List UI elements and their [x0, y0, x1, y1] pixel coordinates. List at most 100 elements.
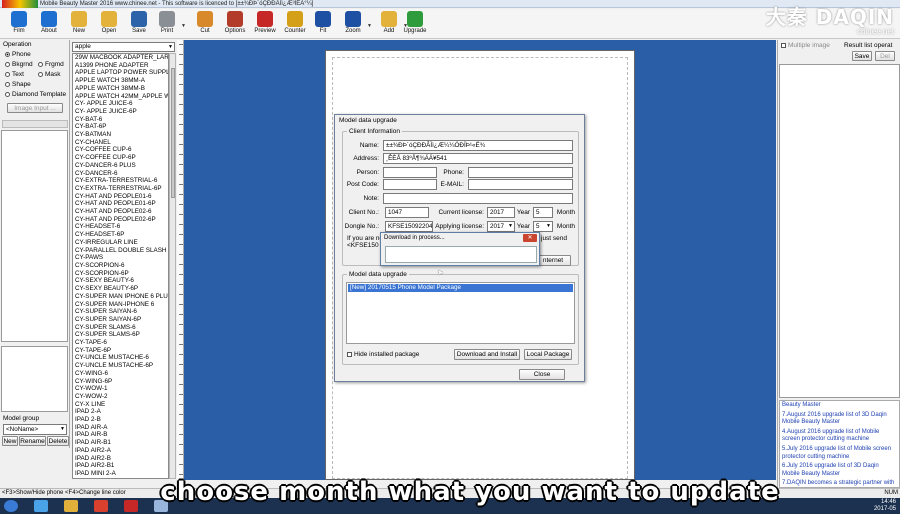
list-item[interactable]: CY- APPLE JUICE-6	[73, 100, 168, 108]
taskbar-ie-icon[interactable]	[34, 500, 48, 512]
package-list[interactable]: [New] 20170515 Phone Model Package	[346, 282, 575, 344]
list-item[interactable]: CY-SUPER MAN-IPHONE 6	[73, 301, 168, 309]
list-item[interactable]: CY-SEXY BEAUTY-6	[73, 277, 168, 285]
list-item[interactable]: CY-DANCER-6 PLUS	[73, 162, 168, 170]
person-field[interactable]	[383, 167, 437, 178]
list-item[interactable]: CY- APPLE JUICE-6P	[73, 108, 168, 116]
list-item[interactable]: IPAD 2-B	[73, 416, 168, 424]
properties-box[interactable]	[1, 346, 68, 412]
list-item[interactable]: CY-WOW-2	[73, 393, 168, 401]
news-item[interactable]: 7.August 2016 upgrade list of 3D Daqin M…	[780, 411, 899, 428]
list-item[interactable]: A1399 PHONE ADAPTER	[73, 62, 168, 70]
address-field[interactable]: ¸ÊÈÅ 83ºÅ¶¾ÁÄ¥541	[383, 153, 573, 164]
name-field[interactable]: ±±¾ÐÞ´óÇÐÐÂÌì¿Æ¼¼ÓÐÏÞ¹«Ë¾	[383, 140, 573, 151]
toolbar-new-button[interactable]: New	[64, 11, 94, 38]
dropdown-arrow-icon[interactable]: ▼	[367, 23, 372, 29]
list-item[interactable]: CY-X LINE	[73, 401, 168, 409]
list-item[interactable]: CY-WOW-1	[73, 385, 168, 393]
radio-bkgrnd[interactable]: Bkgrnd	[5, 61, 33, 68]
list-item[interactable]: CY-WING-6	[73, 370, 168, 378]
list-item[interactable]: IPAD AIR2-B	[73, 455, 168, 463]
model-search-input[interactable]: apple ▼	[72, 42, 175, 52]
new-group-button[interactable]: New	[2, 436, 18, 446]
list-item[interactable]: CY-SCORPION-6	[73, 262, 168, 270]
phone-field[interactable]	[468, 167, 573, 178]
list-item[interactable]: CY-COFFEE CUP-6P	[73, 154, 168, 162]
close-button[interactable]: Close	[519, 369, 565, 380]
list-item[interactable]: CY-UNCLE MUSTACHE-6	[73, 354, 168, 362]
list-item[interactable]: CY-BAT-6P	[73, 123, 168, 131]
local-package-button[interactable]: Local Package	[524, 349, 572, 360]
toolbar-zoom-button[interactable]: Zoom ▼	[338, 11, 372, 38]
dropdown-arrow-icon[interactable]: ▼	[181, 23, 186, 29]
list-item[interactable]: IPAD AIR2-A	[73, 447, 168, 455]
news-item[interactable]: Beauty Master	[780, 401, 899, 411]
toolbar-counter-button[interactable]: Counter	[280, 11, 310, 38]
list-item[interactable]: CY-EXTRA-TERRESTRIAL-6P	[73, 185, 168, 193]
news-item[interactable]: 4.August 2016 upgrade list of Mobile scr…	[780, 428, 899, 445]
model-list-scrollbar[interactable]	[169, 53, 176, 479]
package-item[interactable]: [New] 20170515 Phone Model Package	[348, 284, 573, 292]
toolbar-options-button[interactable]: Options	[220, 11, 250, 38]
list-item[interactable]: CY-HAT AND PEOPLE01-6P	[73, 200, 168, 208]
list-item[interactable]: CY-PARALLEL DOUBLE SLASH	[73, 247, 168, 255]
taskbar-folder-icon[interactable]	[64, 500, 78, 512]
hide-installed-checkbox[interactable]: Hide installed package	[347, 351, 419, 358]
list-item[interactable]: CY-SUPER SLAMS-6P	[73, 331, 168, 339]
list-item[interactable]: CY-SUPER SLAMS-6	[73, 324, 168, 332]
toolbar-about-button[interactable]: About	[34, 11, 64, 38]
image-input-button[interactable]: Image Input ...	[7, 103, 63, 113]
close-icon[interactable]: ✕	[523, 234, 537, 242]
list-item[interactable]: CY-HAT AND PEOPLE01-6	[73, 193, 168, 201]
internet-button[interactable]: nternet	[535, 255, 571, 266]
list-item[interactable]: IPAD 2-A	[73, 408, 168, 416]
radio-frgmd[interactable]: Frgmd	[38, 61, 64, 68]
multiple-image-checkbox[interactable]: Multiple image	[781, 42, 830, 49]
list-item[interactable]: 29W MACBOOK ADAPTER_LARGE	[73, 54, 168, 62]
start-icon[interactable]	[4, 500, 18, 512]
applying-year-select[interactable]: 2017 ▼	[487, 221, 515, 232]
news-item[interactable]: 5.July 2016 upgrade list of Mobile scree…	[780, 445, 899, 462]
list-item[interactable]: CY-TAPE-6P	[73, 347, 168, 355]
list-item[interactable]: CY-IRREGULAR LINE	[73, 239, 168, 247]
toolbar-upgrade-button[interactable]: Upgrade	[400, 11, 430, 38]
delete-group-button[interactable]: Delete	[47, 436, 69, 446]
list-item[interactable]: IPAD AIR-A	[73, 424, 168, 432]
list-item[interactable]: CY-SUPER MAN IPHONE 6 PLUS	[73, 293, 168, 301]
list-item[interactable]: CY-WING-6P	[73, 378, 168, 386]
rename-group-button[interactable]: Rename	[19, 436, 46, 446]
result-del-button[interactable]: Del	[875, 51, 895, 61]
list-item[interactable]: IPAD AIR-B	[73, 431, 168, 439]
list-item[interactable]: CY-SEXY BEAUTY-6P	[73, 285, 168, 293]
toolbar-save-button[interactable]: Save	[124, 11, 154, 38]
applying-month-select[interactable]: 5 ▼	[533, 221, 553, 232]
list-item[interactable]: APPLE WATCH 42MM_APPLE WATCH	[73, 93, 168, 101]
taskbar-chrome-icon[interactable]	[94, 500, 108, 512]
result-save-button[interactable]: Save	[852, 51, 872, 61]
list-item[interactable]: APPLE WATCH 38MM-B	[73, 85, 168, 93]
download-install-button[interactable]: Download and Install	[454, 349, 520, 360]
toolbar-fit-button[interactable]: Fit	[308, 11, 338, 38]
postcode-field[interactable]	[383, 179, 437, 190]
list-item[interactable]: CY-HEADSET-6	[73, 223, 168, 231]
list-item[interactable]: CY-HAT AND PEOPLE02-6	[73, 208, 168, 216]
list-item[interactable]: CY-UNCLE MUSTACHE-6P	[73, 362, 168, 370]
list-item[interactable]: CY-CHANEL	[73, 139, 168, 147]
list-item[interactable]: CY-DANCER-6	[73, 170, 168, 178]
radio-diamond-template[interactable]: Diamond Template	[5, 91, 66, 98]
list-item[interactable]: CY-PAWS	[73, 254, 168, 262]
list-item[interactable]: CY-EXTRA-TERRESTRIAL-6	[73, 177, 168, 185]
list-item[interactable]: CY-TAPE-6	[73, 339, 168, 347]
email-field[interactable]	[468, 179, 573, 190]
list-item[interactable]: APPLE WATCH 38MM-A	[73, 77, 168, 85]
list-item[interactable]: CY-BATMAN	[73, 131, 168, 139]
list-item[interactable]: CY-BAT-6	[73, 116, 168, 124]
toolbar-open-button[interactable]: Open	[94, 11, 124, 38]
radio-text[interactable]: Text	[5, 71, 24, 78]
model-list[interactable]: 29W MACBOOK ADAPTER_LARGE A1399 PHONE ADA…	[72, 53, 169, 479]
toolbar-cut-button[interactable]: Cut	[190, 11, 220, 38]
list-item[interactable]: CY-SUPER SAIYAN-6	[73, 308, 168, 316]
list-item[interactable]: CY-HEADSET-6P	[73, 231, 168, 239]
list-item[interactable]: CY-HAT AND PEOPLE02-6P	[73, 216, 168, 224]
toolbar-film-button[interactable]: Film	[4, 11, 34, 38]
